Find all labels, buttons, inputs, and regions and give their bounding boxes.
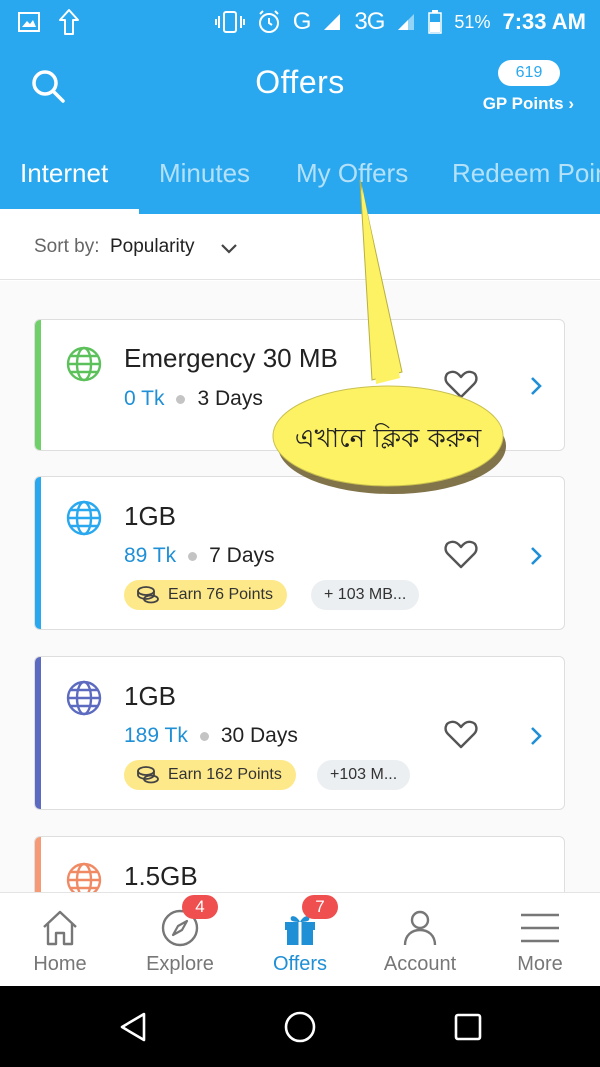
- nav-offers[interactable]: 7 Offers: [240, 893, 360, 987]
- globe-icon: [66, 346, 102, 382]
- card-accent: [35, 320, 41, 450]
- bottom-nav: Home 4 Explore 7 Offers Account More: [0, 892, 600, 986]
- offer-price: 189 Tk: [124, 724, 188, 747]
- offer-title: 1GB: [124, 501, 177, 531]
- nav-offers-label: Offers: [272, 953, 328, 975]
- nav-explore-label: Explore: [146, 953, 214, 975]
- chevron-right-icon[interactable]: [528, 545, 544, 567]
- nav-account[interactable]: Account: [360, 893, 480, 987]
- upload-notification-icon: [59, 9, 79, 35]
- bonus-data-pill: +103 M...: [317, 760, 411, 790]
- offer-price: 89 Tk: [124, 544, 177, 567]
- earn-points-text: Earn 76 Points: [168, 586, 273, 603]
- signal-icon-1: [324, 14, 341, 30]
- offer-meta: 189 Tk 30 Days: [124, 724, 298, 748]
- home-icon: [43, 910, 77, 946]
- tab-redeem-points[interactable]: Redeem Points: [452, 158, 600, 189]
- signal-icon-2: [398, 14, 415, 30]
- earn-points-pill: Earn 76 Points: [124, 580, 287, 610]
- card-accent: [35, 477, 41, 629]
- separator-dot: [176, 394, 186, 404]
- heart-icon[interactable]: [444, 540, 478, 570]
- earn-points-pill: Earn 162 Points: [124, 760, 296, 790]
- globe-icon: [66, 500, 102, 536]
- tab-minutes[interactable]: Minutes: [159, 158, 250, 189]
- chevron-right-icon[interactable]: [528, 375, 544, 397]
- notification-badge: 4: [182, 895, 218, 919]
- offer-card[interactable]: 1GB 89 Tk 7 Days Earn 76 Points + 103 MB…: [34, 476, 565, 630]
- gp-points-link[interactable]: GP Points ›: [483, 94, 574, 114]
- nav-more[interactable]: More: [480, 893, 600, 987]
- chevron-down-icon[interactable]: [218, 238, 240, 260]
- battery-icon: [428, 10, 443, 34]
- separator-dot: [199, 731, 209, 741]
- card-accent: [35, 657, 41, 809]
- nav-more-label: More: [517, 953, 563, 975]
- nav-home-label: Home: [33, 953, 87, 975]
- status-bar: G 3G 51% 7:33 AM: [0, 0, 600, 44]
- heart-icon[interactable]: [444, 720, 478, 750]
- sort-bar: Sort by: Popularity: [0, 214, 600, 280]
- nav-home[interactable]: Home: [0, 893, 120, 987]
- gp-points-badge[interactable]: 619: [498, 60, 560, 86]
- card-accent: [35, 837, 41, 892]
- system-nav-bar: [0, 986, 600, 1067]
- tab-my-offers[interactable]: My Offers: [296, 158, 408, 189]
- globe-icon: [66, 680, 102, 716]
- alarm-icon: [258, 10, 279, 33]
- offer-validity: 7 Days: [209, 544, 275, 567]
- offer-validity: 3 Days: [197, 387, 263, 410]
- globe-icon: [66, 862, 102, 892]
- back-icon[interactable]: [116, 1010, 150, 1044]
- person-icon: [403, 910, 437, 946]
- nav-explore[interactable]: 4 Explore: [120, 893, 240, 987]
- network-type-2: 3G: [354, 8, 385, 35]
- heart-icon[interactable]: [444, 370, 478, 400]
- bonus-data-pill: + 103 MB...: [311, 580, 420, 610]
- coins-icon: [137, 586, 159, 604]
- sort-dropdown[interactable]: Popularity: [110, 236, 195, 258]
- offer-meta: 89 Tk 7 Days: [124, 544, 275, 568]
- notification-badge: 7: [302, 895, 338, 919]
- recents-icon[interactable]: [451, 1010, 485, 1044]
- offer-title: Emergency 30 MB: [124, 343, 338, 373]
- menu-icon: [521, 913, 559, 943]
- chevron-right-icon[interactable]: [528, 725, 544, 747]
- offer-tabs: Internet Minutes My Offers Redeem Points: [0, 130, 600, 214]
- vibrate-icon: [214, 11, 245, 33]
- battery-percentage: 51%: [454, 11, 491, 32]
- offer-list: Emergency 30 MB 0 Tk 3 Days 1GB 89 Tk 7 …: [0, 281, 600, 892]
- offer-price: 0 Tk: [124, 387, 165, 410]
- coins-icon: [137, 766, 159, 784]
- offer-title: 1.5GB: [124, 861, 198, 891]
- network-type-1: G: [292, 8, 312, 35]
- sort-label: Sort by:: [34, 236, 100, 257]
- offer-card[interactable]: 1.5GB: [34, 836, 565, 892]
- offer-card[interactable]: 1GB 189 Tk 30 Days Earn 162 Points +103 …: [34, 656, 565, 810]
- gallery-notification-icon: [18, 12, 40, 32]
- nav-account-label: Account: [383, 953, 457, 975]
- home-circle-icon[interactable]: [283, 1010, 317, 1044]
- tab-internet[interactable]: Internet: [20, 158, 108, 189]
- earn-points-text: Earn 162 Points: [168, 766, 282, 783]
- offer-title: 1GB: [124, 681, 177, 711]
- offer-validity: 30 Days: [220, 724, 298, 747]
- clock: 7:33 AM: [502, 9, 586, 34]
- separator-dot: [188, 551, 198, 561]
- callout-text: এখানে ক্লিক করুন: [294, 424, 482, 454]
- app-bar: Offers 619 GP Points ›: [0, 44, 600, 130]
- offer-meta: 0 Tk 3 Days: [124, 387, 263, 411]
